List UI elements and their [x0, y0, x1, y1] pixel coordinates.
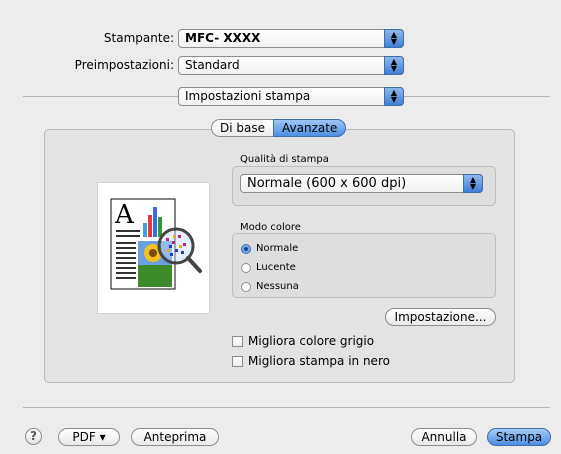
- preview-image: A: [97, 182, 210, 314]
- popup-arrows-icon: ▲ ▼: [384, 29, 404, 48]
- popup-arrows-icon: ▲ ▼: [463, 174, 483, 193]
- radio-icon: [241, 262, 251, 273]
- help-button[interactable]: ?: [25, 428, 42, 445]
- pdf-button[interactable]: PDF ▾: [58, 428, 120, 446]
- printer-value: MFC- XXXX: [185, 31, 261, 45]
- checkbox-icon: [232, 335, 243, 347]
- presets-label: Preimpostazioni:: [74, 58, 174, 72]
- presets-value: Standard: [185, 58, 240, 72]
- radio-normale[interactable]: Normale: [241, 243, 298, 254]
- checkbox-label: Migliora colore grigio: [248, 334, 375, 348]
- radio-label: Nessuna: [256, 281, 299, 292]
- settings-button[interactable]: Impostazione...: [385, 308, 496, 326]
- popup-arrows-icon: ▲ ▼: [384, 87, 404, 106]
- radio-selected-icon: [241, 243, 251, 254]
- checkbox-label: Migliora stampa in nero: [248, 354, 390, 368]
- printer-select[interactable]: MFC- XXXX ▲ ▼: [178, 29, 404, 48]
- presets-select[interactable]: Standard ▲ ▼: [178, 56, 404, 75]
- separator: [23, 96, 178, 97]
- radio-label: Normale: [256, 243, 299, 254]
- radio-lucente[interactable]: Lucente: [241, 262, 296, 273]
- tab-di-base[interactable]: Di base: [211, 119, 273, 137]
- tab-avanzate[interactable]: Avanzate: [273, 119, 347, 137]
- footer-separator: [23, 407, 550, 408]
- color-mode-label: Modo colore: [240, 222, 301, 233]
- svg-text:A: A: [114, 200, 135, 230]
- radio-label: Lucente: [256, 262, 296, 273]
- checkbox-icon: [232, 355, 243, 367]
- document-preview-icon: A: [110, 198, 202, 290]
- popup-arrows-icon: ▲ ▼: [384, 56, 404, 75]
- tab-bar: Di base Avanzate: [211, 119, 347, 137]
- cancel-button[interactable]: Annulla: [411, 428, 477, 446]
- separator: [404, 96, 550, 97]
- radio-nessuna[interactable]: Nessuna: [241, 281, 299, 292]
- section-select[interactable]: Impostazioni stampa ▲ ▼: [178, 87, 404, 106]
- quality-value: Normale (600 x 600 dpi): [247, 176, 407, 191]
- checkbox-migliora-grigio[interactable]: Migliora colore grigio: [232, 334, 374, 348]
- quality-select[interactable]: Normale (600 x 600 dpi) ▲ ▼: [240, 174, 483, 193]
- preview-button[interactable]: Anteprima: [131, 428, 219, 446]
- print-button[interactable]: Stampa: [487, 428, 551, 446]
- checkbox-migliora-nero[interactable]: Migliora stampa in nero: [232, 354, 390, 368]
- section-value: Impostazioni stampa: [185, 89, 311, 103]
- quality-label: Qualità di stampa: [240, 154, 329, 165]
- radio-icon: [241, 281, 251, 292]
- printer-label: Stampante:: [103, 31, 174, 45]
